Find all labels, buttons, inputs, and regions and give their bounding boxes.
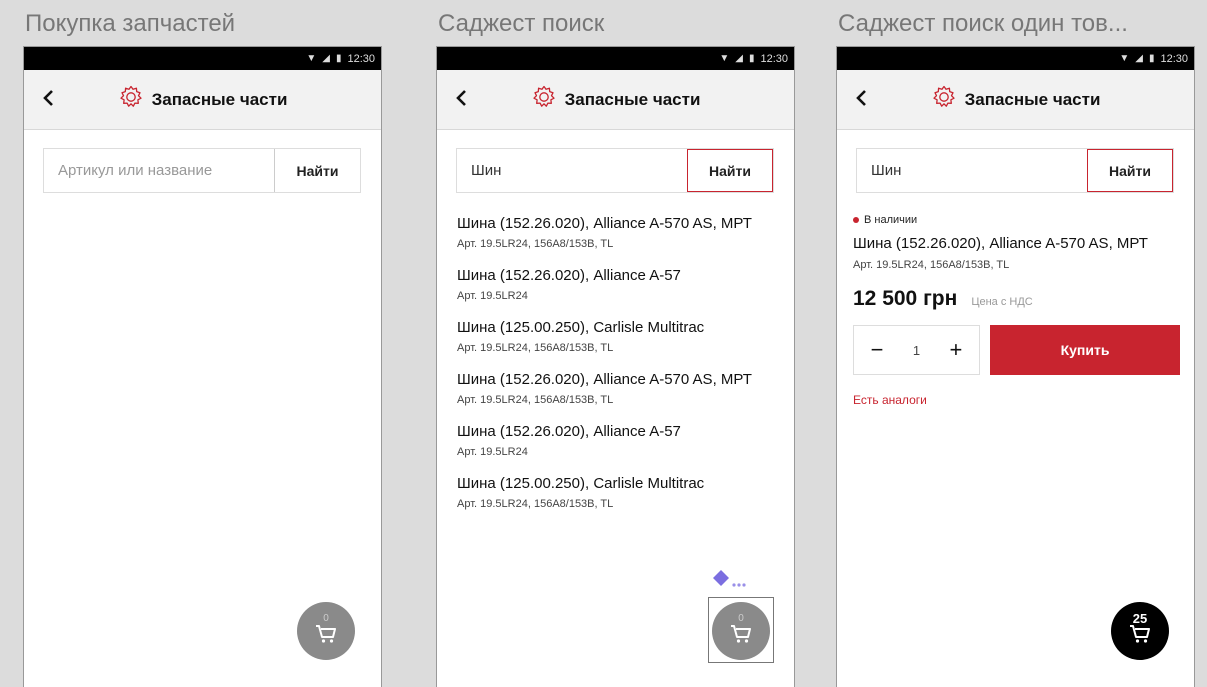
suggestion-item[interactable]: Шина (152.26.020), Alliance A-57 Арт. 19… <box>457 266 782 302</box>
suggestion-name: Шина (152.26.020), Alliance A-570 AS, МР… <box>457 371 752 388</box>
suggestion-item[interactable]: Шина (152.26.020), Alliance A-57 Арт. 19… <box>457 422 782 458</box>
suggestion-item[interactable]: Шина (152.26.020), Alliance A-570 AS, МР… <box>457 370 782 406</box>
back-button[interactable] <box>36 84 60 112</box>
suggestion-article: Арт. 19.5LR24, 156A8/153B, TL <box>457 342 614 354</box>
app-title-text: Запасные части <box>151 89 288 109</box>
price-vat-label: Цена с НДС <box>971 296 1033 308</box>
quantity-value[interactable]: 1 <box>913 343 920 358</box>
frame-title-purchase: Покупка запчастей <box>25 10 236 37</box>
buy-row: − 1 + Купить <box>853 325 1180 375</box>
phone-screen-suggest: ▼ ◢ ▮ 12:30 Запасные части Найти Шина (1… <box>436 46 795 687</box>
signal-icon: ◢ <box>1135 53 1143 64</box>
search-button[interactable]: Найти <box>687 149 773 192</box>
cart-icon <box>1129 624 1151 649</box>
stock-label: В наличии <box>864 214 918 226</box>
app-bar: Запасные части <box>837 70 1194 130</box>
search-bar: Найти <box>456 148 774 193</box>
analogs-link[interactable]: Есть аналоги <box>853 393 1180 407</box>
suggestion-item[interactable]: Шина (125.00.250), Carlisle Multitrac Ар… <box>457 318 782 354</box>
wifi-icon: ▼ <box>1119 53 1130 64</box>
app-title: Запасные части <box>931 84 1101 115</box>
gear-icon <box>931 84 957 115</box>
back-button[interactable] <box>849 84 873 112</box>
suggestion-article: Арт. 19.5LR24, 156A8/153B, TL <box>457 394 614 406</box>
wifi-icon: ▼ <box>719 53 730 64</box>
cart-button[interactable]: 0 <box>712 602 770 660</box>
app-title: Запасные части <box>531 84 701 115</box>
back-arrow-icon <box>456 90 466 106</box>
suggestion-article: Арт. 19.5LR24, 156A8/153B, TL <box>457 498 614 510</box>
status-bar: ▼ ◢ ▮ 12:30 <box>837 47 1194 70</box>
product-card: В наличии Шина (152.26.020), Alliance A-… <box>853 214 1180 407</box>
plus-icon[interactable]: + <box>947 337 965 363</box>
suggestion-name: Шина (152.26.020), Alliance A-570 AS, МР… <box>457 215 752 232</box>
cart-icon <box>730 624 752 649</box>
gear-icon <box>531 84 557 115</box>
cart-button[interactable]: 25 <box>1111 602 1169 660</box>
product-name: Шина (152.26.020), Alliance A-570 AS, МР… <box>853 235 1148 252</box>
suggestion-list: Шина (152.26.020), Alliance A-570 AS, МР… <box>457 214 782 526</box>
suggestion-name: Шина (125.00.250), Carlisle Multitrac <box>457 475 705 492</box>
battery-icon: ▮ <box>1148 53 1155 64</box>
stock-status: В наличии <box>853 214 1180 226</box>
suggestion-item[interactable]: Шина (125.00.250), Carlisle Multitrac Ар… <box>457 474 782 510</box>
status-bar: ▼ ◢ ▮ 12:30 <box>24 47 381 70</box>
status-bar: ▼ ◢ ▮ 12:30 <box>437 47 794 70</box>
app-bar: Запасные части <box>437 70 794 130</box>
back-arrow-icon <box>856 90 866 106</box>
stock-dot-icon <box>853 217 859 223</box>
suggestion-item[interactable]: Шина (152.26.020), Alliance A-570 AS, МР… <box>457 214 782 250</box>
app-title-text: Запасные части <box>964 89 1101 109</box>
wifi-icon: ▼ <box>306 53 317 64</box>
search-bar: Найти <box>856 148 1174 193</box>
app-title: Запасные части <box>118 84 288 115</box>
suggestion-name: Шина (152.26.020), Alliance A-57 <box>457 267 681 284</box>
back-arrow-icon <box>43 90 53 106</box>
gear-icon <box>118 84 144 115</box>
suggestion-article: Арт. 19.5LR24 <box>457 446 528 458</box>
product-price: 12 500 грн <box>853 287 958 310</box>
cart-icon <box>315 624 337 649</box>
product-article: Арт. 19.5LR24, 156A8/153B, TL <box>853 259 1010 271</box>
frame-title-single-product: Саджест поиск один тов... <box>838 10 1128 37</box>
back-button[interactable] <box>449 84 473 112</box>
suggestion-name: Шина (152.26.020), Alliance A-57 <box>457 423 681 440</box>
minus-icon[interactable]: − <box>868 337 886 363</box>
cart-count-badge: 0 <box>323 612 329 624</box>
status-time: 12:30 <box>1160 52 1188 65</box>
status-time: 12:30 <box>347 52 375 65</box>
suggestion-name: Шина (125.00.250), Carlisle Multitrac <box>457 319 705 336</box>
search-input[interactable] <box>44 149 274 192</box>
quantity-stepper: − 1 + <box>853 325 980 375</box>
drag-handle-icon[interactable] <box>712 569 748 596</box>
status-time: 12:30 <box>760 52 788 65</box>
search-input[interactable] <box>857 149 1087 192</box>
phone-screen-single-product: ▼ ◢ ▮ 12:30 Запасные части Найти В налич… <box>836 46 1195 687</box>
cart-count-badge: 25 <box>1132 610 1148 626</box>
cart-button[interactable]: 0 <box>297 602 355 660</box>
price-row: 12 500 грн Цена с НДС <box>853 287 1180 311</box>
battery-icon: ▮ <box>748 53 755 64</box>
app-title-text: Запасные части <box>564 89 701 109</box>
search-button[interactable]: Найти <box>274 149 360 192</box>
cart-count-badge: 0 <box>738 612 744 624</box>
search-input[interactable] <box>457 149 687 192</box>
frame-title-suggest: Саджест поиск <box>438 10 605 37</box>
search-bar: Найти <box>43 148 361 193</box>
suggestion-article: Арт. 19.5LR24 <box>457 290 528 302</box>
signal-icon: ◢ <box>735 53 743 64</box>
battery-icon: ▮ <box>335 53 342 64</box>
search-button[interactable]: Найти <box>1087 149 1173 192</box>
app-bar: Запасные части <box>24 70 381 130</box>
signal-icon: ◢ <box>322 53 330 64</box>
buy-button[interactable]: Купить <box>990 325 1180 375</box>
suggestion-article: Арт. 19.5LR24, 156A8/153B, TL <box>457 238 614 250</box>
phone-screen-purchase: ▼ ◢ ▮ 12:30 Запасные части Найти 0 <box>23 46 382 687</box>
